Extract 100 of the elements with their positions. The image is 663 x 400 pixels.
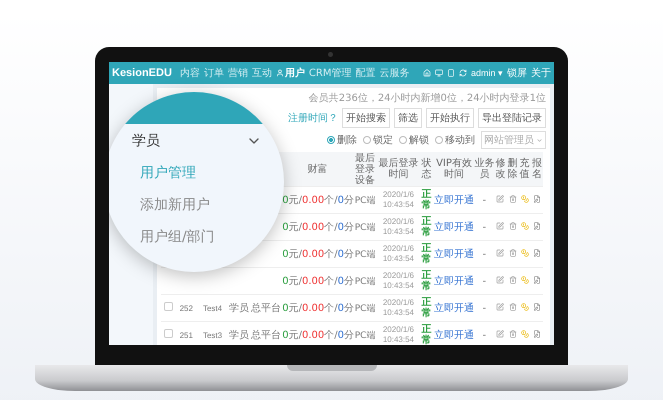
coins-icon[interactable] — [520, 302, 529, 310]
nav-tab[interactable]: 云服务 — [379, 66, 410, 80]
toolbar-button[interactable]: 开始搜索 — [342, 108, 390, 128]
table-cell-text: 2020/1/6 10:43:54 — [382, 271, 415, 291]
sidebar-item[interactable]: 添加新用户 — [132, 196, 284, 214]
radio-dot[interactable] — [399, 136, 407, 144]
nav-tab[interactable]: 用户 — [276, 66, 305, 80]
camera-icon — [328, 52, 333, 57]
trash-icon[interactable] — [508, 302, 517, 310]
table-cell: - — [482, 248, 486, 260]
table-cell: - — [482, 302, 486, 314]
table-cell: 252 — [180, 304, 193, 312]
action-radio[interactable]: 锁定 — [363, 133, 393, 147]
trash-icon[interactable] — [508, 330, 517, 338]
coins-icon[interactable] — [520, 276, 529, 284]
refresh-icon[interactable] — [458, 69, 467, 77]
vip-link[interactable]: 立即开通 — [434, 330, 474, 341]
file-edit-icon[interactable] — [532, 276, 541, 284]
wealth-cell: 0元/0.00个/0分 — [282, 276, 354, 287]
status-label: 正常 — [422, 324, 432, 345]
coins-icon[interactable] — [520, 330, 529, 338]
row-checkbox[interactable] — [164, 302, 173, 311]
table-cell-text: 2020/1/6 10:43:54 — [382, 325, 415, 345]
action-radio[interactable]: 移动到 — [435, 133, 475, 147]
edit-icon[interactable] — [496, 194, 504, 202]
logo: KesionEDU — [112, 67, 172, 79]
table-cell: PC端 — [354, 250, 376, 260]
vip-link[interactable]: 立即开通 — [434, 222, 474, 233]
table-cell: - — [482, 222, 486, 232]
table-cell: 总平台 — [251, 303, 282, 314]
home-icon[interactable] — [422, 69, 431, 77]
table-cell: PC端 — [354, 276, 376, 286]
group-select[interactable]: 网站管理员 — [481, 131, 546, 149]
menu-group-title[interactable]: 学员 — [132, 132, 160, 150]
phone-icon[interactable] — [446, 69, 455, 77]
monitor-icon[interactable] — [434, 69, 443, 77]
member-stats: 会员共236位，24小时内新增0位，24小时内登录1位 — [308, 92, 546, 105]
column-header: 状态 — [420, 158, 433, 180]
edit-icon[interactable] — [496, 222, 504, 230]
toolbar-button[interactable]: 开始执行 — [426, 108, 474, 128]
wealth-cell: 0元/0.00个/0分 — [282, 303, 354, 314]
trash-icon[interactable] — [508, 248, 517, 256]
status-label: 正常 — [422, 189, 432, 211]
file-edit-icon[interactable] — [532, 330, 541, 338]
toolbar-button[interactable]: 导出登陆记录 — [478, 108, 546, 128]
nav-tab[interactable]: 订单 — [204, 66, 224, 80]
column-header: VIP有效时间 — [435, 158, 473, 180]
trash-icon[interactable] — [508, 194, 517, 202]
trash-icon[interactable] — [508, 276, 517, 284]
header-link[interactable]: 锁屏 — [507, 66, 527, 80]
file-edit-icon[interactable] — [532, 302, 541, 310]
nav-tab[interactable]: 营销 — [228, 66, 248, 80]
edit-icon[interactable] — [496, 330, 504, 338]
coins-icon[interactable] — [520, 248, 529, 256]
column-header: 充值 — [520, 158, 530, 180]
column-header: 删除 — [508, 158, 518, 180]
column-header: 最后登录时间 — [377, 158, 420, 180]
action-radio[interactable]: 删除 — [327, 133, 357, 147]
coins-icon[interactable] — [520, 194, 529, 202]
status-label: 正常 — [422, 270, 432, 292]
column-header: 业务员 — [474, 158, 494, 180]
vip-link[interactable]: 立即开通 — [434, 195, 474, 206]
table-cell: PC端 — [354, 330, 376, 340]
user-menu[interactable]: admin ▾ — [470, 68, 503, 78]
status-label: 正常 — [422, 216, 432, 238]
action-radio[interactable]: 解锁 — [399, 133, 429, 147]
trash-icon[interactable] — [508, 222, 517, 230]
vip-link[interactable]: 立即开通 — [434, 303, 474, 314]
sidebar-item[interactable]: 用户管理 — [132, 164, 284, 182]
table-cell: Test4 — [202, 304, 222, 312]
edit-icon[interactable] — [496, 276, 504, 284]
edit-icon[interactable] — [496, 248, 504, 256]
coins-icon[interactable] — [520, 222, 529, 230]
file-edit-icon[interactable] — [532, 194, 541, 202]
table-cell: - — [482, 194, 486, 206]
nav-tab[interactable]: 内容 — [180, 66, 200, 80]
wealth-cell: 0元/0.00个/0分 — [282, 330, 354, 341]
radio-dot[interactable] — [363, 136, 371, 144]
row-checkbox[interactable] — [164, 329, 173, 338]
table-cell: PC端 — [354, 222, 376, 232]
file-edit-icon[interactable] — [532, 248, 541, 256]
wealth-cell: 0元/0.00个/0分 — [282, 222, 354, 233]
sidebar-item[interactable]: 用户组/部门 — [132, 228, 284, 246]
nav-tab[interactable]: 互动 — [252, 66, 272, 80]
table-cell-text: 2020/1/6 10:43:54 — [382, 217, 415, 237]
header-link[interactable]: 关于 — [531, 66, 551, 80]
filter-link[interactable]: 注册时间？ — [288, 111, 338, 125]
radio-dot[interactable] — [327, 136, 335, 144]
table-cell: 251 — [180, 330, 193, 340]
nav-tab[interactable]: 配置 — [355, 66, 376, 80]
radio-dot[interactable] — [435, 136, 443, 144]
nav-tab[interactable]: CRM管理 — [308, 66, 352, 80]
file-edit-icon[interactable] — [532, 222, 541, 230]
table-cell-text: 2020/1/6 10:43:54 — [382, 244, 415, 264]
toolbar-button[interactable]: 筛选 — [394, 108, 422, 128]
table-cell: 学员 — [228, 330, 249, 341]
vip-link[interactable]: 立即开通 — [434, 276, 474, 287]
vip-link[interactable]: 立即开通 — [434, 249, 474, 260]
table-cell: Test3 — [202, 330, 222, 340]
edit-icon[interactable] — [496, 302, 504, 310]
